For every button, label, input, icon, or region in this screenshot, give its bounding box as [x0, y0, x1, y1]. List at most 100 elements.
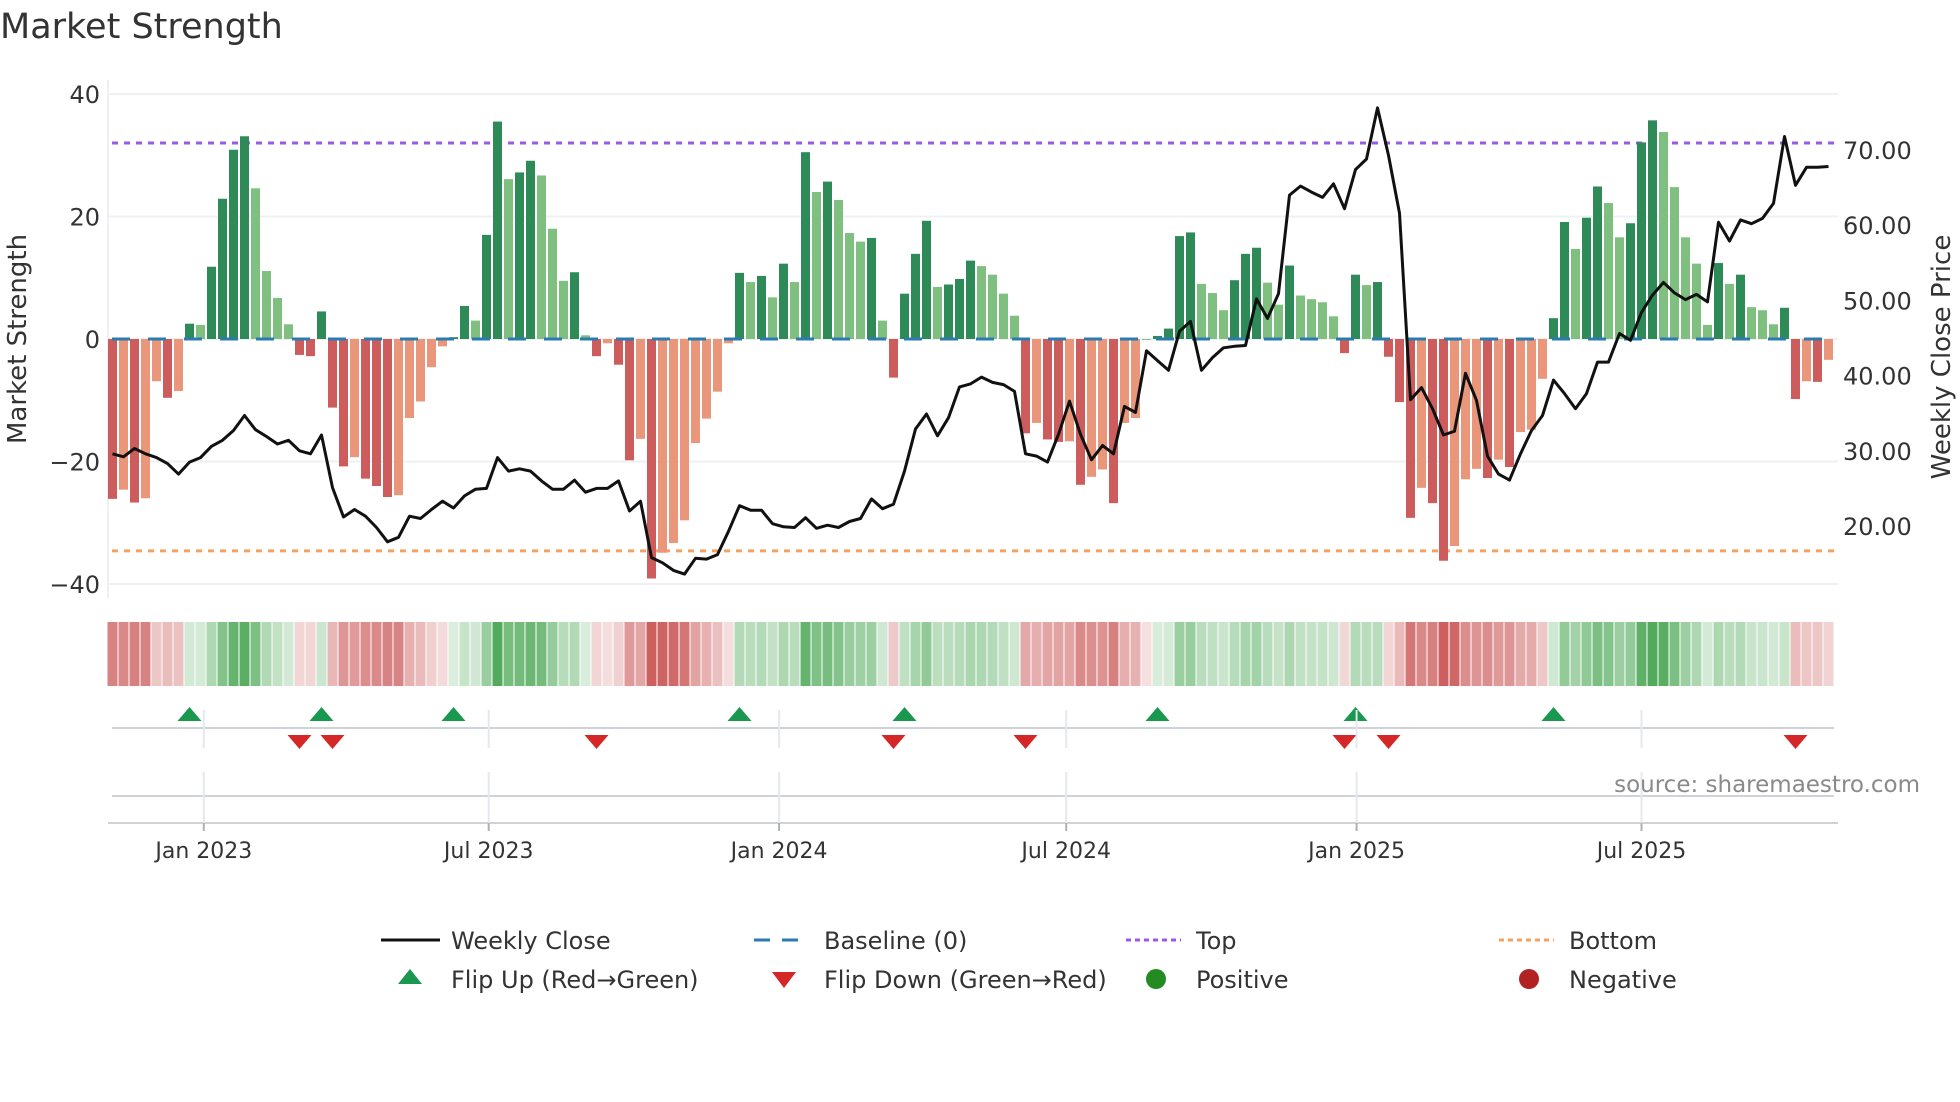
strength-bar: [1428, 339, 1437, 504]
heat-cell: [558, 622, 569, 686]
strength-bars: [108, 120, 1833, 579]
strength-bar: [108, 339, 117, 499]
strength-bar: [911, 253, 920, 339]
strength-bar: [262, 271, 271, 339]
right-axis-ticks: 70.00 60.00 50.00 40.00 30.00 20.00: [1843, 137, 1912, 541]
strength-bar: [1527, 339, 1536, 430]
flip-up-marker: [309, 707, 334, 721]
heat-cell: [195, 622, 206, 686]
heat-cell: [1141, 622, 1152, 686]
strength-bar: [834, 199, 843, 339]
x-tick-label: Jan 2024: [729, 839, 828, 864]
strength-bar: [1615, 237, 1624, 339]
heat-cell: [239, 622, 250, 686]
strength-bar: [1494, 339, 1503, 460]
strength-bar: [207, 266, 216, 339]
heat-cell: [228, 622, 239, 686]
heat-cell: [1526, 622, 1537, 686]
strength-bar: [174, 339, 183, 392]
heat-cell: [987, 622, 998, 686]
heat-cell: [1504, 622, 1515, 686]
heat-cell: [514, 622, 525, 686]
heat-cell: [250, 622, 261, 686]
heat-cell: [481, 622, 492, 686]
flip-down-marker: [881, 735, 906, 749]
heat-cell: [767, 622, 778, 686]
x-tick-label: Jan 2025: [1306, 839, 1405, 864]
strength-bar: [1604, 203, 1613, 339]
heat-cell: [338, 622, 349, 686]
heat-cell: [701, 622, 712, 686]
heat-cell: [954, 622, 965, 686]
flip-up-marker: [1541, 707, 1566, 721]
heat-cell: [866, 622, 877, 686]
heat-cell: [118, 622, 129, 686]
strength-bar: [1560, 222, 1569, 339]
strength-heat-strip: [107, 622, 1834, 686]
heat-cell: [1735, 622, 1746, 686]
heat-cell: [1130, 622, 1141, 686]
strength-bar: [548, 228, 557, 339]
flip-down-marker: [1013, 735, 1038, 749]
left-axis-ticks: 40 20 0 −20 −40: [49, 81, 100, 599]
strength-bar: [559, 280, 568, 339]
legend-positive-icon: [1146, 969, 1166, 989]
strength-bar: [669, 339, 678, 543]
heat-cell: [1768, 622, 1779, 686]
strength-bar: [1626, 223, 1635, 339]
heat-cell: [745, 622, 756, 686]
heat-cell: [1097, 622, 1108, 686]
heat-cell: [1075, 622, 1086, 686]
heat-cell: [734, 622, 745, 686]
right-axis-label: Weekly Close Price: [1927, 235, 1957, 480]
strength-bar: [240, 136, 249, 339]
strength-bar: [1230, 280, 1239, 339]
heat-cell: [811, 622, 822, 686]
heat-cell: [1570, 622, 1581, 686]
strength-bar: [251, 188, 260, 339]
heat-cell: [492, 622, 503, 686]
source-label: source: sharemaestro.com: [1614, 772, 1920, 798]
strength-bar: [284, 324, 293, 339]
strength-bar: [779, 263, 788, 339]
strength-bar: [1538, 339, 1547, 379]
flip-down-marker: [1783, 735, 1808, 749]
heat-cell: [184, 622, 195, 686]
heat-cell: [1064, 622, 1075, 686]
strength-bar: [1571, 248, 1580, 339]
strength-bar: [1021, 339, 1030, 434]
strength-bar: [691, 339, 700, 444]
flip-up-marker: [727, 707, 752, 721]
heat-cell: [448, 622, 459, 686]
strength-bar: [1362, 285, 1371, 339]
heat-cell: [1372, 622, 1383, 686]
strength-bar: [1692, 263, 1701, 339]
heat-cell: [1174, 622, 1185, 686]
heat-cell: [1317, 622, 1328, 686]
strength-bar: [1219, 310, 1228, 339]
heat-cell: [206, 622, 217, 686]
strength-bar: [1252, 247, 1261, 339]
heat-cell: [1240, 622, 1251, 686]
heat-cell: [1438, 622, 1449, 686]
strength-bar: [1593, 186, 1602, 339]
strength-bar: [427, 339, 436, 368]
flip-down-marker: [287, 735, 312, 749]
heat-cell: [1680, 622, 1691, 686]
strength-bar: [1351, 274, 1360, 339]
strength-bar: [889, 339, 898, 378]
y-tick-label: 40: [69, 81, 100, 109]
heat-cell: [393, 622, 404, 686]
strength-bar: [1516, 339, 1525, 433]
heat-cell: [602, 622, 613, 686]
strength-bar: [845, 233, 854, 339]
heat-cell: [107, 622, 118, 686]
heat-cell: [1273, 622, 1284, 686]
strength-bar: [746, 282, 755, 339]
heat-cell: [712, 622, 723, 686]
heat-cell: [140, 622, 151, 686]
heat-cell: [1449, 622, 1460, 686]
heat-cell: [1724, 622, 1735, 686]
strength-bar: [1076, 339, 1085, 485]
heat-cell: [756, 622, 767, 686]
